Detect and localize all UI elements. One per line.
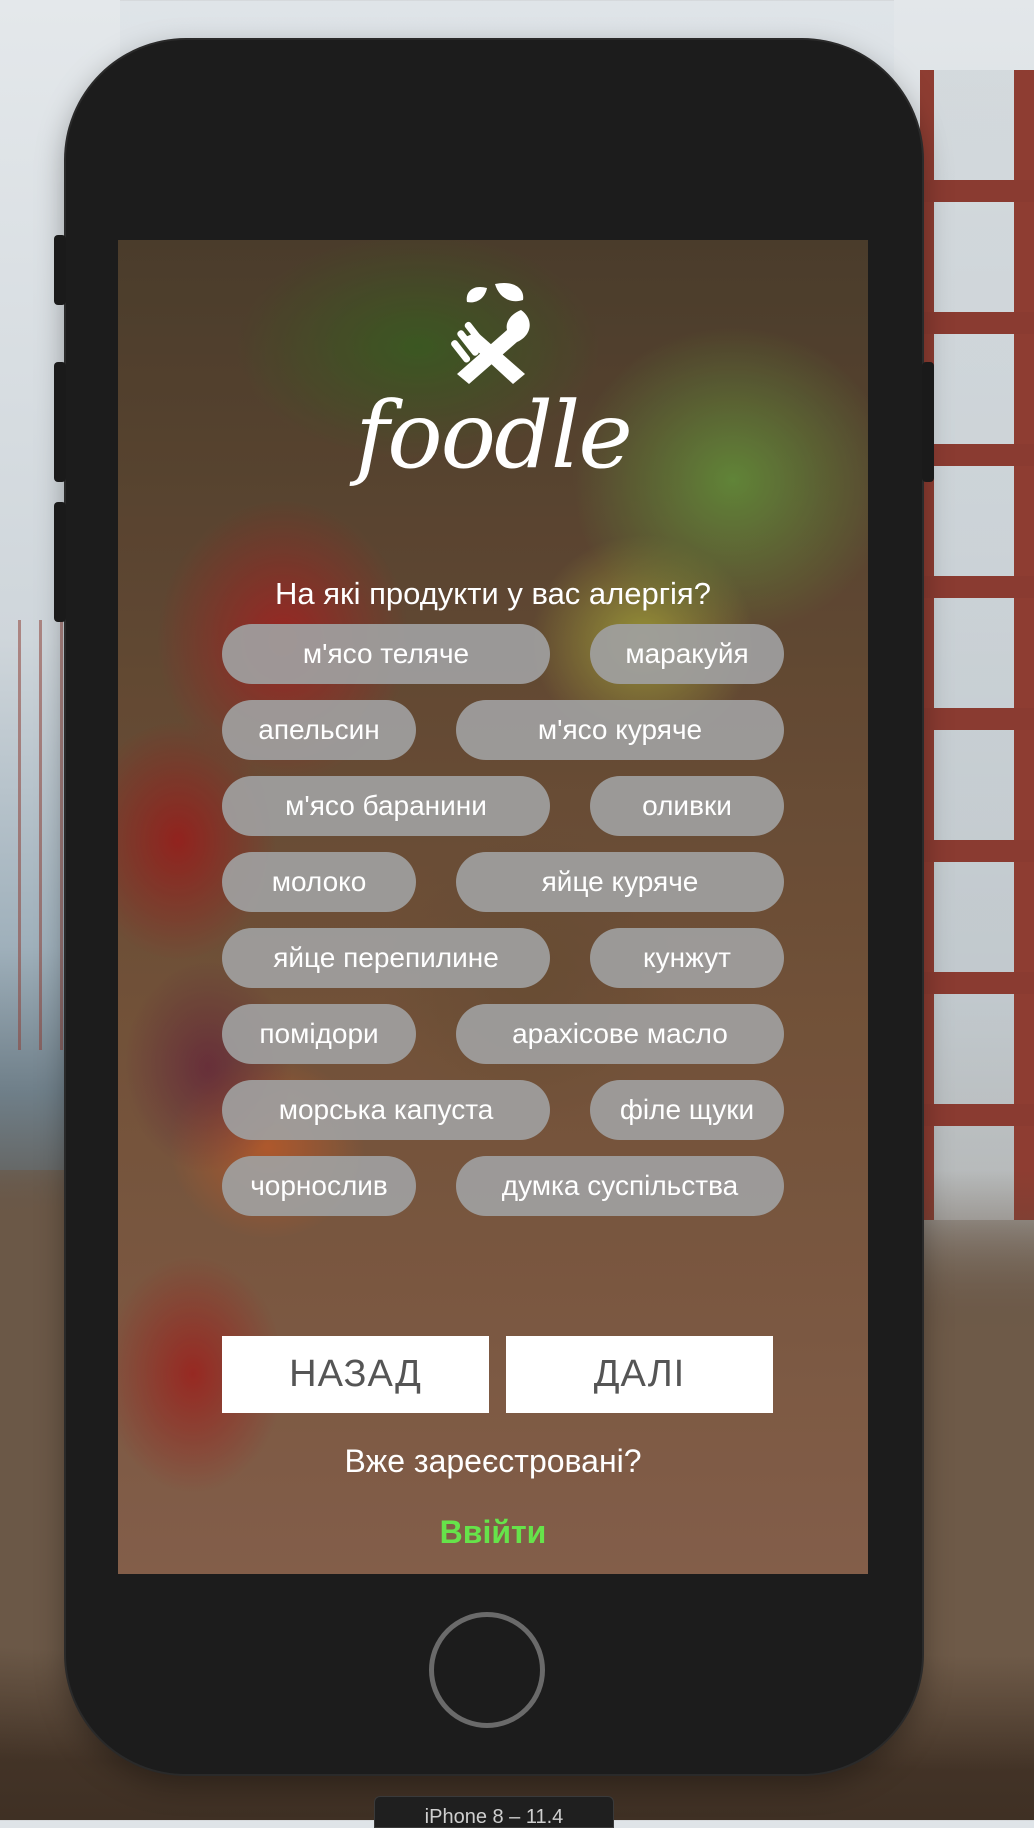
app-screen: foodle На які продукти у вас алергія? м'… bbox=[118, 240, 868, 1574]
allergen-chip[interactable]: оливки bbox=[590, 776, 784, 836]
next-button[interactable]: ДАЛІ bbox=[506, 1336, 773, 1413]
allergen-chip[interactable]: яйце куряче bbox=[456, 852, 784, 912]
bridge-tower bbox=[920, 70, 1034, 1220]
volume-down-button bbox=[54, 502, 66, 622]
allergen-chip[interactable]: м'ясо куряче bbox=[456, 700, 784, 760]
allergen-chip[interactable]: м'ясо баранини bbox=[222, 776, 550, 836]
mute-switch bbox=[54, 235, 66, 305]
iphone-frame: foodle На які продукти у вас алергія? м'… bbox=[54, 40, 934, 1774]
simulator-device-label: iPhone 8 – 11.4 bbox=[374, 1796, 614, 1828]
login-link[interactable]: Ввійти bbox=[118, 1514, 868, 1551]
allergen-chip[interactable]: думка суспільства bbox=[456, 1156, 784, 1216]
home-button[interactable] bbox=[429, 1612, 545, 1728]
allergen-chip[interactable]: помідори bbox=[222, 1004, 416, 1064]
allergen-chip-list: м'ясо теляче маракуйя апельсин м'ясо кур… bbox=[222, 624, 784, 1224]
allergen-chip[interactable]: яйце перепилине bbox=[222, 928, 550, 988]
allergen-chip[interactable]: морська капуста bbox=[222, 1080, 550, 1140]
power-button bbox=[922, 362, 934, 482]
allergen-chip[interactable]: маракуйя bbox=[590, 624, 784, 684]
allergen-chip[interactable]: апельсин bbox=[222, 700, 416, 760]
allergen-chip[interactable]: філе щуки bbox=[590, 1080, 784, 1140]
allergen-chip[interactable]: чорнослив bbox=[222, 1156, 416, 1216]
brand-wordmark: foodle bbox=[355, 382, 633, 489]
already-registered-text: Вже зареєстровані? bbox=[344, 1443, 642, 1479]
allergen-chip[interactable]: арахісове масло bbox=[456, 1004, 784, 1064]
allergen-chip[interactable]: кунжут bbox=[590, 928, 784, 988]
allergen-chip[interactable]: молоко bbox=[222, 852, 416, 912]
allergy-question: На які продукти у вас алергія? bbox=[275, 576, 711, 611]
logo-icon bbox=[118, 280, 868, 389]
back-button[interactable]: НАЗАД bbox=[222, 1336, 489, 1413]
allergen-chip[interactable]: м'ясо теляче bbox=[222, 624, 550, 684]
volume-up-button bbox=[54, 362, 66, 482]
